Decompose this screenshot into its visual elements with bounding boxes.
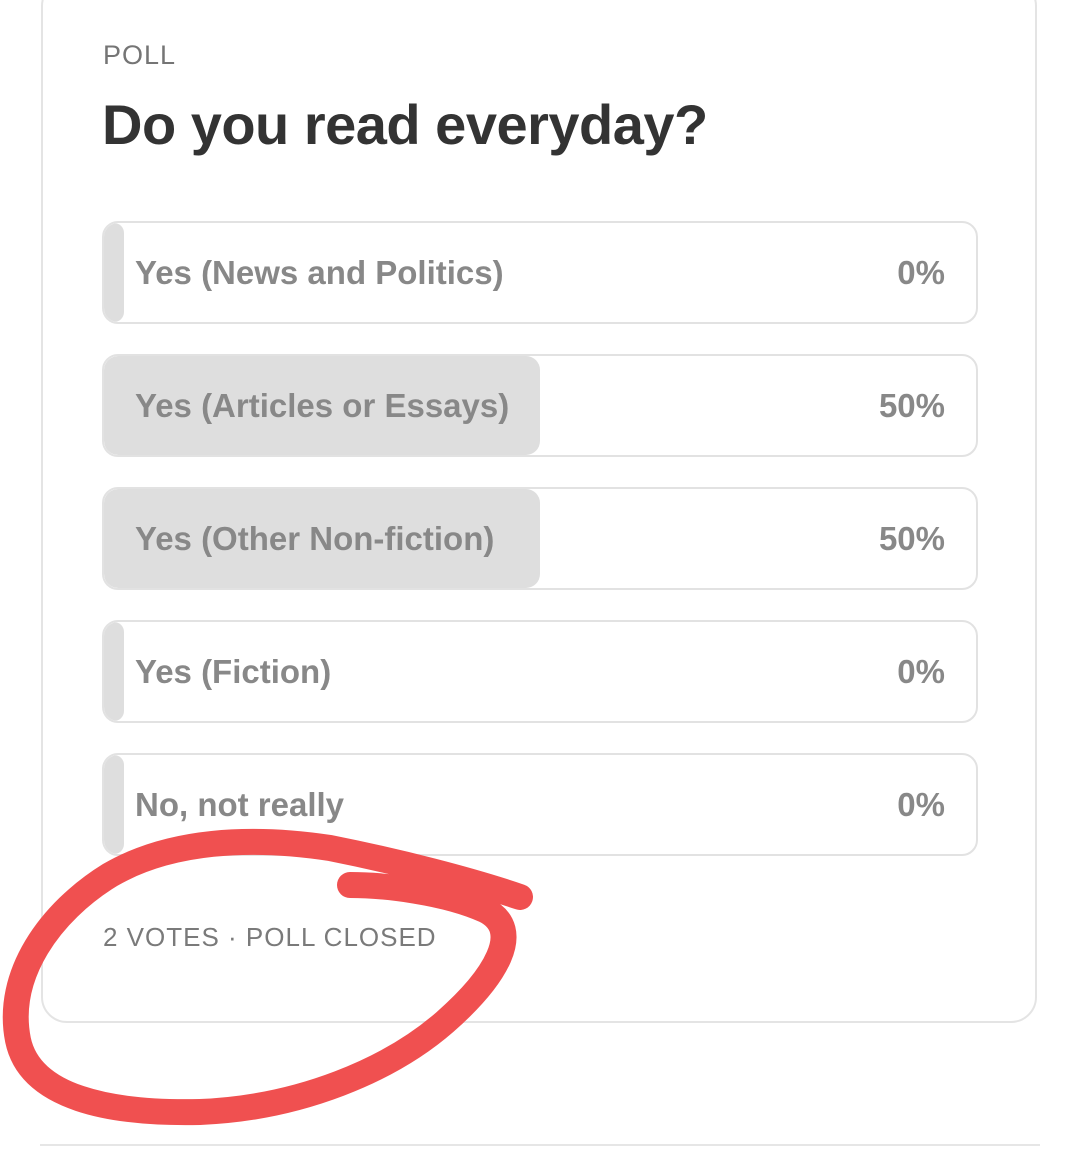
poll-option-label: Yes (News and Politics) [135, 253, 504, 291]
poll-status: 2 VOTES · POLL CLOSED [103, 922, 437, 952]
poll-option-percent: 0% [897, 785, 945, 823]
poll-option-label: Yes (Fiction) [135, 652, 332, 690]
poll-option-label: No, not really [135, 785, 345, 823]
poll-options: Yes (News and Politics) 0% Yes (Articles… [102, 221, 978, 886]
poll-option-percent: 0% [897, 253, 945, 291]
poll-option-percent: 50% [878, 386, 945, 424]
poll-label: POLL [103, 40, 177, 70]
section-divider [40, 1144, 1040, 1146]
poll-option-articles-or-essays[interactable]: Yes (Articles or Essays) 50% [102, 354, 978, 457]
poll-result-bar [104, 755, 124, 854]
poll-result-bar [104, 223, 124, 322]
poll-option-fiction[interactable]: Yes (Fiction) 0% [102, 620, 978, 723]
poll-question: Do you read everyday? [102, 93, 708, 156]
poll-option-percent: 0% [897, 652, 945, 690]
poll-option-label: Yes (Articles or Essays) [135, 386, 510, 424]
poll-option-percent: 50% [878, 519, 945, 557]
poll-option-other-non-fiction[interactable]: Yes (Other Non-fiction) 50% [102, 487, 978, 590]
poll-result-bar [104, 622, 124, 721]
poll-option-no-not-really[interactable]: No, not really 0% [102, 753, 978, 856]
poll-option-label: Yes (Other Non-fiction) [135, 519, 495, 557]
poll-option-news-and-politics[interactable]: Yes (News and Politics) 0% [102, 221, 978, 324]
